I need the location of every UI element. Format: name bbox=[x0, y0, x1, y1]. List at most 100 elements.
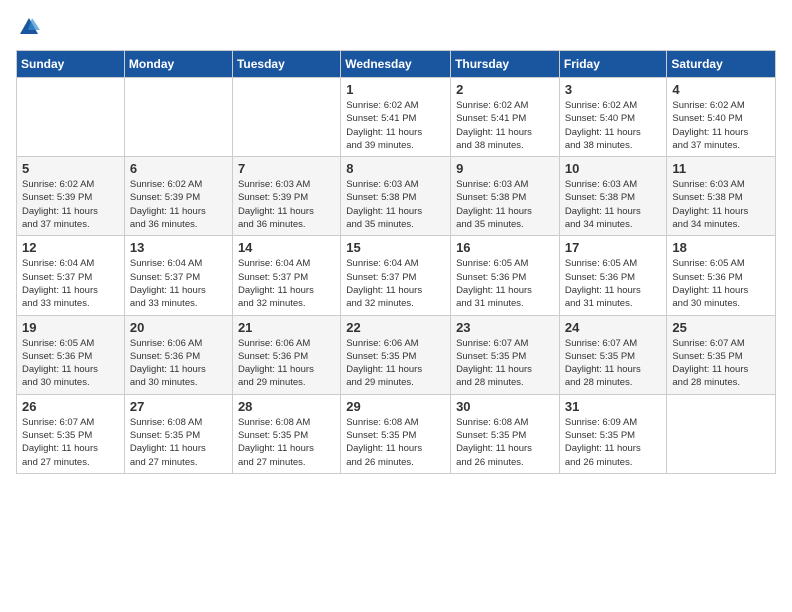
day-info: Sunrise: 6:04 AM Sunset: 5:37 PM Dayligh… bbox=[22, 257, 119, 310]
day-info: Sunrise: 6:05 AM Sunset: 5:36 PM Dayligh… bbox=[672, 257, 770, 310]
day-info: Sunrise: 6:06 AM Sunset: 5:36 PM Dayligh… bbox=[238, 337, 335, 390]
day-number: 11 bbox=[672, 161, 770, 176]
calendar-cell: 15 Sunrise: 6:04 AM Sunset: 5:37 PM Dayli… bbox=[341, 236, 451, 315]
calendar-cell: 19 Sunrise: 6:05 AM Sunset: 5:36 PM Dayli… bbox=[17, 315, 125, 394]
day-number: 31 bbox=[565, 399, 662, 414]
calendar-cell: 29 Sunrise: 6:08 AM Sunset: 5:35 PM Dayli… bbox=[341, 394, 451, 473]
day-info: Sunrise: 6:05 AM Sunset: 5:36 PM Dayligh… bbox=[565, 257, 662, 310]
day-number: 28 bbox=[238, 399, 335, 414]
calendar-cell: 31Sunrise: 6:09 AM Sunset: 5:35 PM Dayli… bbox=[559, 394, 667, 473]
calendar-cell: 23 Sunrise: 6:07 AM Sunset: 5:35 PM Dayli… bbox=[451, 315, 560, 394]
day-info: Sunrise: 6:07 AM Sunset: 5:35 PM Dayligh… bbox=[22, 416, 119, 469]
calendar-table: SundayMondayTuesdayWednesdayThursdayFrid… bbox=[16, 50, 776, 474]
calendar-cell: 11 Sunrise: 6:03 AM Sunset: 5:38 PM Dayli… bbox=[667, 157, 776, 236]
day-info: Sunrise: 6:05 AM Sunset: 5:36 PM Dayligh… bbox=[456, 257, 554, 310]
day-info: Sunrise: 6:08 AM Sunset: 5:35 PM Dayligh… bbox=[130, 416, 227, 469]
day-info: Sunrise: 6:04 AM Sunset: 5:37 PM Dayligh… bbox=[238, 257, 335, 310]
day-number: 10 bbox=[565, 161, 662, 176]
day-number: 1 bbox=[346, 82, 445, 97]
calendar-cell bbox=[124, 78, 232, 157]
day-info: Sunrise: 6:02 AM Sunset: 5:40 PM Dayligh… bbox=[672, 99, 770, 152]
calendar-week-row: 5Sunrise: 6:02 AM Sunset: 5:39 PM Daylig… bbox=[17, 157, 776, 236]
calendar-cell bbox=[17, 78, 125, 157]
day-info: Sunrise: 6:07 AM Sunset: 5:35 PM Dayligh… bbox=[565, 337, 662, 390]
calendar-cell: 7 Sunrise: 6:03 AM Sunset: 5:39 PM Daylig… bbox=[232, 157, 340, 236]
calendar-cell: 12 Sunrise: 6:04 AM Sunset: 5:37 PM Dayli… bbox=[17, 236, 125, 315]
day-number: 22 bbox=[346, 320, 445, 335]
calendar-week-row: 19 Sunrise: 6:05 AM Sunset: 5:36 PM Dayli… bbox=[17, 315, 776, 394]
day-info: Sunrise: 6:02 AM Sunset: 5:41 PM Dayligh… bbox=[346, 99, 445, 152]
calendar-cell: 21 Sunrise: 6:06 AM Sunset: 5:36 PM Dayli… bbox=[232, 315, 340, 394]
calendar-cell: 24 Sunrise: 6:07 AM Sunset: 5:35 PM Dayli… bbox=[559, 315, 667, 394]
day-number: 26 bbox=[22, 399, 119, 414]
day-info: Sunrise: 6:05 AM Sunset: 5:36 PM Dayligh… bbox=[22, 337, 119, 390]
calendar-cell: 26 Sunrise: 6:07 AM Sunset: 5:35 PM Dayli… bbox=[17, 394, 125, 473]
day-info: Sunrise: 6:03 AM Sunset: 5:39 PM Dayligh… bbox=[238, 178, 335, 231]
calendar-cell: 8 Sunrise: 6:03 AM Sunset: 5:38 PM Daylig… bbox=[341, 157, 451, 236]
day-number: 15 bbox=[346, 240, 445, 255]
day-number: 12 bbox=[22, 240, 119, 255]
day-number: 8 bbox=[346, 161, 445, 176]
page-header bbox=[16, 16, 776, 38]
calendar-header-row: SundayMondayTuesdayWednesdayThursdayFrid… bbox=[17, 51, 776, 78]
day-number: 9 bbox=[456, 161, 554, 176]
day-number: 27 bbox=[130, 399, 227, 414]
calendar-cell: 27 Sunrise: 6:08 AM Sunset: 5:35 PM Dayli… bbox=[124, 394, 232, 473]
calendar-cell: 6Sunrise: 6:02 AM Sunset: 5:39 PM Daylig… bbox=[124, 157, 232, 236]
day-number: 16 bbox=[456, 240, 554, 255]
day-number: 7 bbox=[238, 161, 335, 176]
day-number: 24 bbox=[565, 320, 662, 335]
calendar-cell: 20Sunrise: 6:06 AM Sunset: 5:36 PM Dayli… bbox=[124, 315, 232, 394]
calendar-week-row: 12 Sunrise: 6:04 AM Sunset: 5:37 PM Dayli… bbox=[17, 236, 776, 315]
day-info: Sunrise: 6:06 AM Sunset: 5:35 PM Dayligh… bbox=[346, 337, 445, 390]
day-info: Sunrise: 6:02 AM Sunset: 5:41 PM Dayligh… bbox=[456, 99, 554, 152]
calendar-cell: 10 Sunrise: 6:03 AM Sunset: 5:38 PM Dayli… bbox=[559, 157, 667, 236]
calendar-cell: 9 Sunrise: 6:03 AM Sunset: 5:38 PM Daylig… bbox=[451, 157, 560, 236]
calendar-week-row: 26 Sunrise: 6:07 AM Sunset: 5:35 PM Dayli… bbox=[17, 394, 776, 473]
calendar-cell: 1 Sunrise: 6:02 AM Sunset: 5:41 PM Daylig… bbox=[341, 78, 451, 157]
day-info: Sunrise: 6:02 AM Sunset: 5:40 PM Dayligh… bbox=[565, 99, 662, 152]
day-info: Sunrise: 6:08 AM Sunset: 5:35 PM Dayligh… bbox=[346, 416, 445, 469]
calendar-cell: 17 Sunrise: 6:05 AM Sunset: 5:36 PM Dayli… bbox=[559, 236, 667, 315]
calendar-cell: 18 Sunrise: 6:05 AM Sunset: 5:36 PM Dayli… bbox=[667, 236, 776, 315]
calendar-cell: 16 Sunrise: 6:05 AM Sunset: 5:36 PM Dayli… bbox=[451, 236, 560, 315]
day-number: 19 bbox=[22, 320, 119, 335]
day-info: Sunrise: 6:06 AM Sunset: 5:36 PM Dayligh… bbox=[130, 337, 227, 390]
calendar-week-row: 1 Sunrise: 6:02 AM Sunset: 5:41 PM Daylig… bbox=[17, 78, 776, 157]
day-number: 13 bbox=[130, 240, 227, 255]
calendar-cell bbox=[232, 78, 340, 157]
day-info: Sunrise: 6:03 AM Sunset: 5:38 PM Dayligh… bbox=[346, 178, 445, 231]
day-number: 17 bbox=[565, 240, 662, 255]
day-info: Sunrise: 6:03 AM Sunset: 5:38 PM Dayligh… bbox=[565, 178, 662, 231]
day-number: 30 bbox=[456, 399, 554, 414]
day-info: Sunrise: 6:07 AM Sunset: 5:35 PM Dayligh… bbox=[672, 337, 770, 390]
logo-icon bbox=[18, 16, 40, 38]
day-of-week-header: Saturday bbox=[667, 51, 776, 78]
day-number: 6 bbox=[130, 161, 227, 176]
calendar-cell: 3Sunrise: 6:02 AM Sunset: 5:40 PM Daylig… bbox=[559, 78, 667, 157]
logo bbox=[16, 16, 40, 38]
day-of-week-header: Tuesday bbox=[232, 51, 340, 78]
calendar-cell: 22 Sunrise: 6:06 AM Sunset: 5:35 PM Dayli… bbox=[341, 315, 451, 394]
day-info: Sunrise: 6:04 AM Sunset: 5:37 PM Dayligh… bbox=[346, 257, 445, 310]
day-number: 21 bbox=[238, 320, 335, 335]
day-of-week-header: Friday bbox=[559, 51, 667, 78]
day-info: Sunrise: 6:08 AM Sunset: 5:35 PM Dayligh… bbox=[238, 416, 335, 469]
calendar-cell: 4 Sunrise: 6:02 AM Sunset: 5:40 PM Daylig… bbox=[667, 78, 776, 157]
day-number: 29 bbox=[346, 399, 445, 414]
day-number: 2 bbox=[456, 82, 554, 97]
day-of-week-header: Thursday bbox=[451, 51, 560, 78]
calendar-cell bbox=[667, 394, 776, 473]
calendar-cell: 13 Sunrise: 6:04 AM Sunset: 5:37 PM Dayli… bbox=[124, 236, 232, 315]
day-number: 4 bbox=[672, 82, 770, 97]
day-info: Sunrise: 6:03 AM Sunset: 5:38 PM Dayligh… bbox=[456, 178, 554, 231]
day-info: Sunrise: 6:03 AM Sunset: 5:38 PM Dayligh… bbox=[672, 178, 770, 231]
day-number: 18 bbox=[672, 240, 770, 255]
day-info: Sunrise: 6:04 AM Sunset: 5:37 PM Dayligh… bbox=[130, 257, 227, 310]
day-info: Sunrise: 6:07 AM Sunset: 5:35 PM Dayligh… bbox=[456, 337, 554, 390]
calendar-cell: 2 Sunrise: 6:02 AM Sunset: 5:41 PM Daylig… bbox=[451, 78, 560, 157]
day-number: 25 bbox=[672, 320, 770, 335]
day-number: 23 bbox=[456, 320, 554, 335]
day-of-week-header: Wednesday bbox=[341, 51, 451, 78]
calendar-cell: 14Sunrise: 6:04 AM Sunset: 5:37 PM Dayli… bbox=[232, 236, 340, 315]
